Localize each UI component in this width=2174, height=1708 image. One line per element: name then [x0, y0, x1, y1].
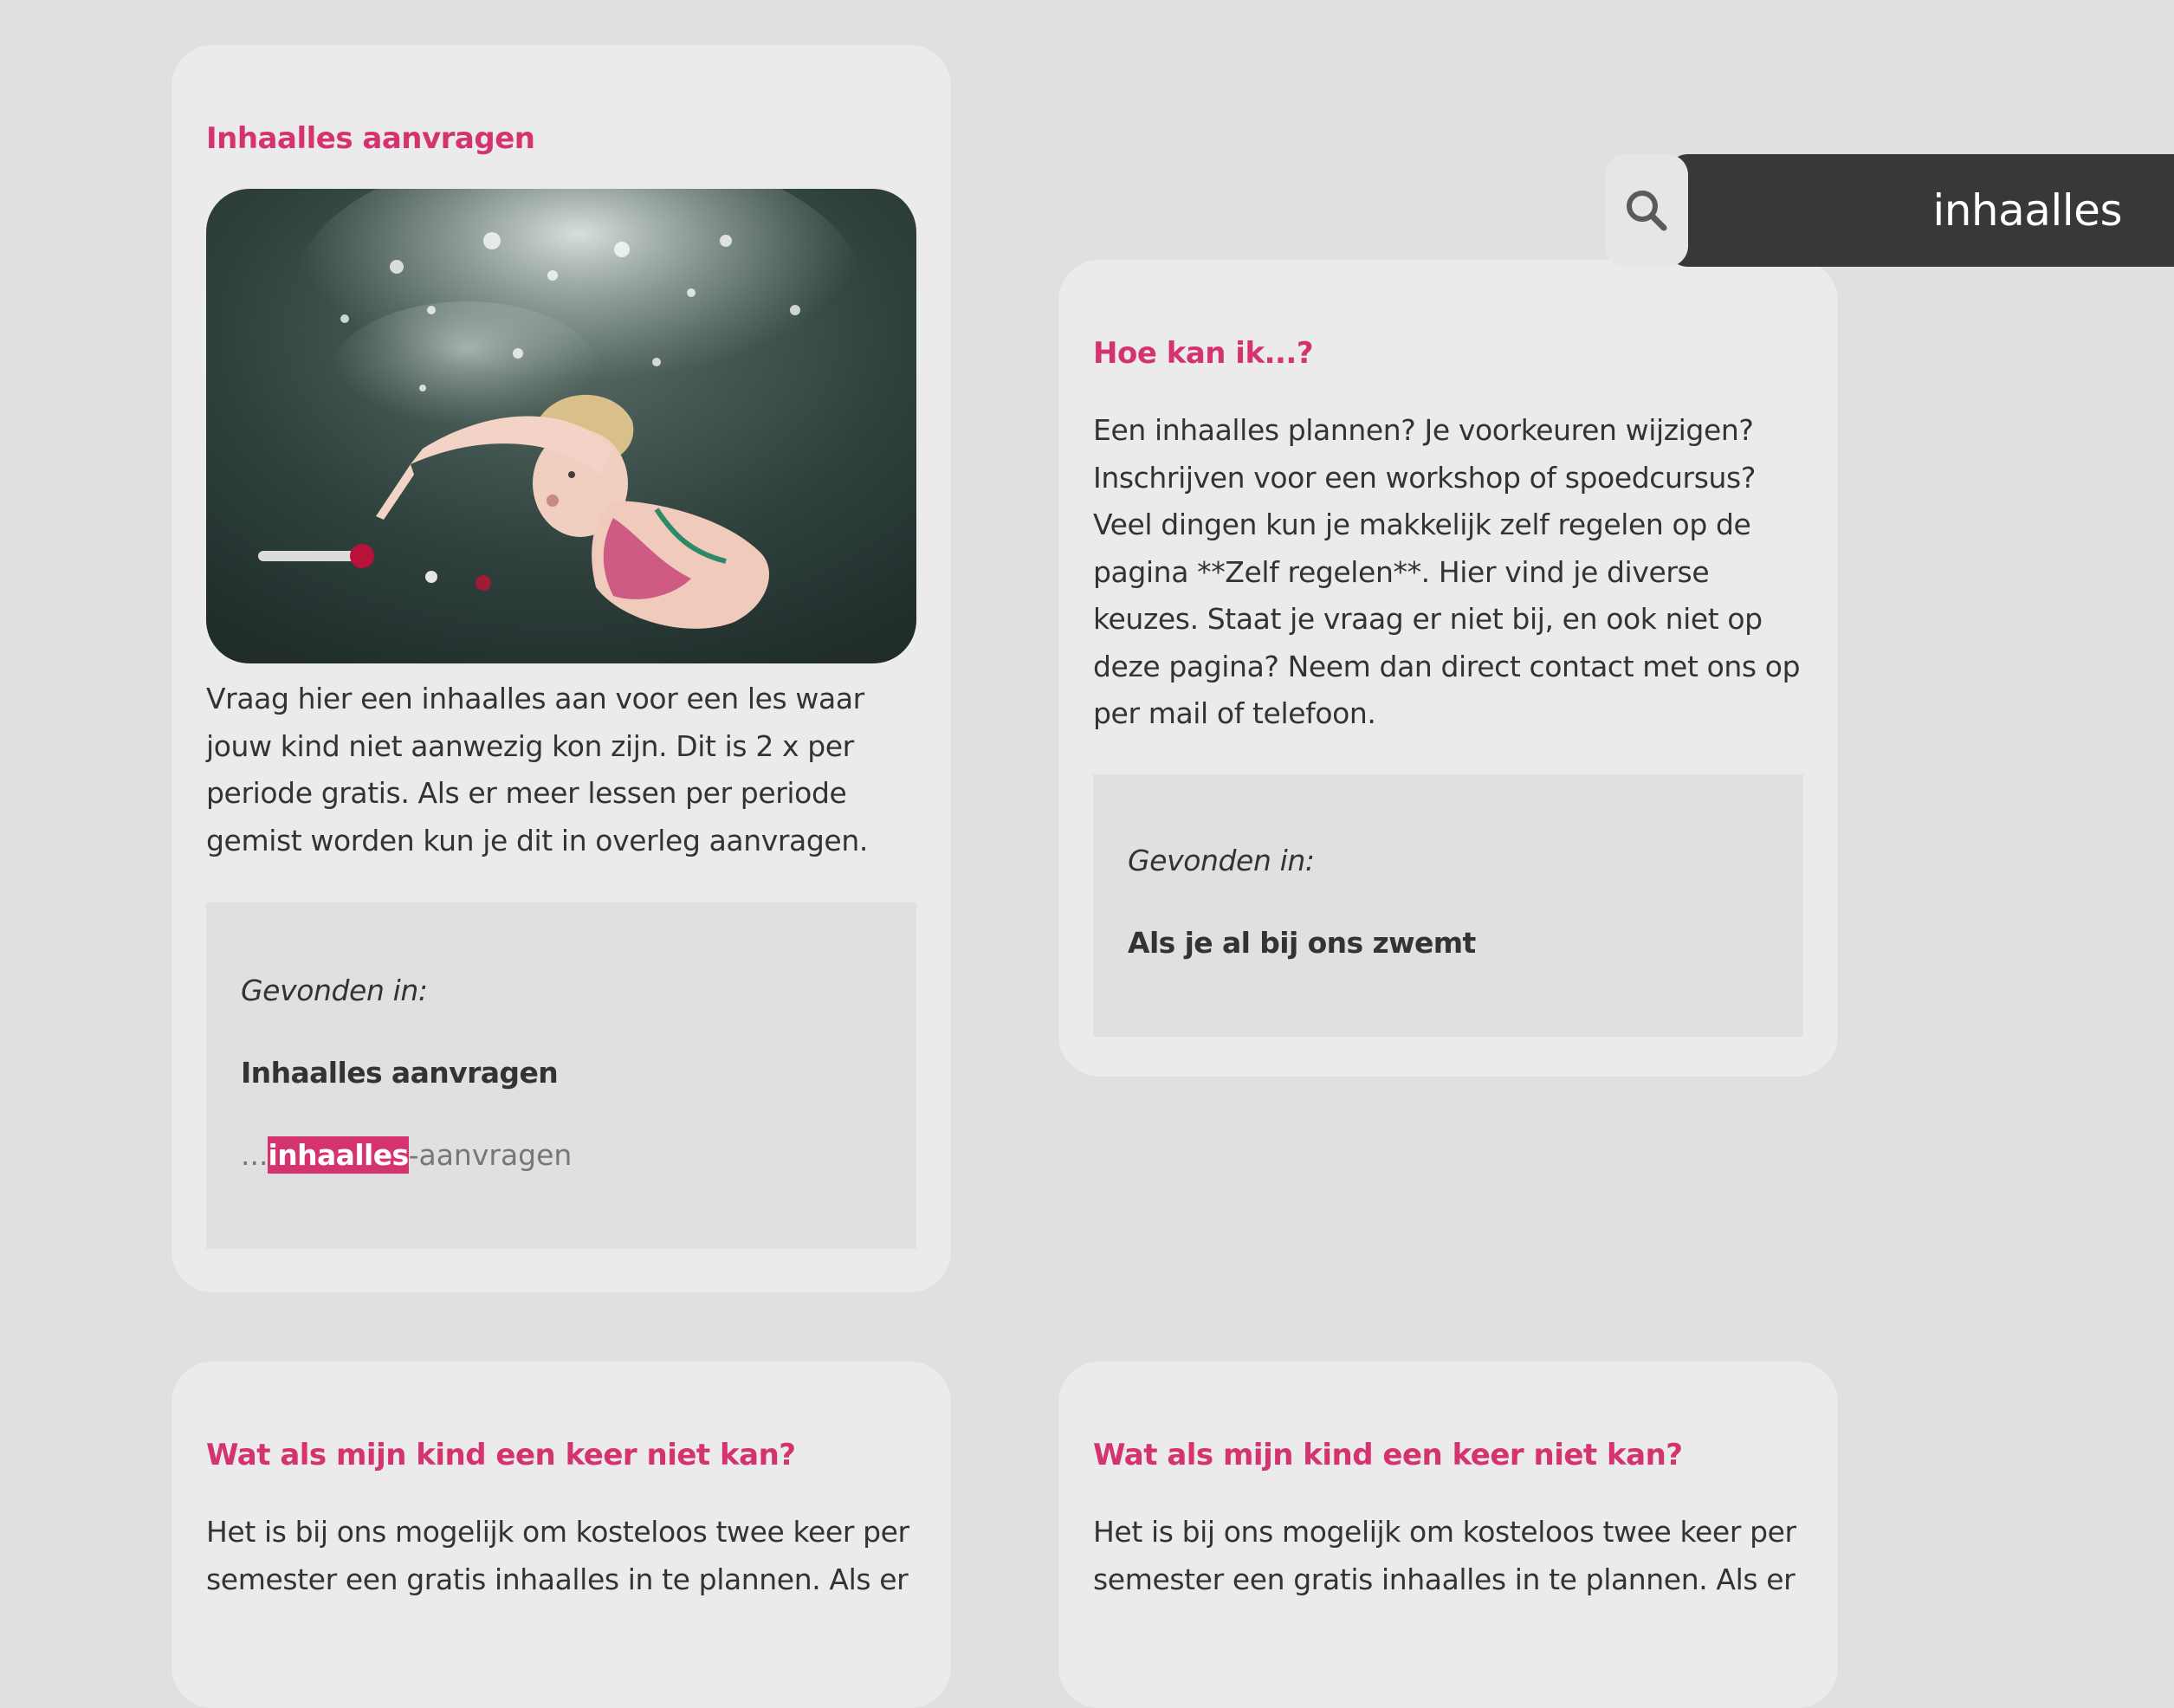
- highlighted-match: inhaalles: [268, 1136, 409, 1174]
- found-in-box: Gevonden in: Als je al bij ons zwemt: [1093, 773, 1803, 1037]
- snippet-suffix: -aanvragen: [408, 1138, 573, 1172]
- search-input[interactable]: [1724, 154, 2122, 267]
- result-description: Het is bij ons mogelijk om kosteloos twe…: [1093, 1515, 1796, 1596]
- result-card-inhaalles-aanvragen[interactable]: Inhaalles aanvragen Vraag hier een inhaa…: [171, 45, 951, 1292]
- found-in-label: Gevonden in:: [1128, 843, 1315, 877]
- result-title[interactable]: Inhaalles aanvragen: [206, 121, 916, 156]
- result-title[interactable]: Wat als mijn kind een keer niet kan?: [206, 1438, 916, 1472]
- match-snippet: ...inhaalles-aanvragen: [241, 1136, 882, 1174]
- photo-illustration: [206, 189, 916, 663]
- found-in-box: Gevonden in: Inhaalles aanvragen ...inha…: [206, 903, 916, 1249]
- result-description: Het is bij ons mogelijk om kosteloos twe…: [206, 1515, 909, 1596]
- result-card-wat-als-mijn-kind[interactable]: Wat als mijn kind een keer niet kan? Het…: [171, 1362, 951, 1708]
- snippet-prefix: ...: [241, 1138, 269, 1172]
- found-in-label: Gevonden in:: [241, 974, 428, 1007]
- result-card-wat-als-mijn-kind[interactable]: Wat als mijn kind een keer niet kan? Het…: [1058, 1362, 1838, 1708]
- result-description: Vraag hier een inhaalles aan voor een le…: [206, 682, 868, 857]
- search-widget: [1605, 154, 2174, 267]
- found-in-page-link[interactable]: Als je al bij ons zwemt: [1128, 926, 1769, 960]
- search-icon: [1627, 191, 1667, 231]
- underwater-swimming-photo: [206, 189, 916, 663]
- result-card-hoe-kan-ik[interactable]: Hoe kan ik...? Een inhaalles plannen? Je…: [1058, 260, 1838, 1077]
- result-title[interactable]: Hoe kan ik...?: [1093, 336, 1803, 371]
- search-bar[interactable]: [1666, 154, 2174, 267]
- search-button[interactable]: [1605, 154, 1688, 267]
- found-in-page-link[interactable]: Inhaalles aanvragen: [241, 1056, 882, 1090]
- result-title[interactable]: Wat als mijn kind een keer niet kan?: [1093, 1438, 1803, 1472]
- result-description: Een inhaalles plannen? Je voorkeuren wij…: [1093, 413, 1801, 730]
